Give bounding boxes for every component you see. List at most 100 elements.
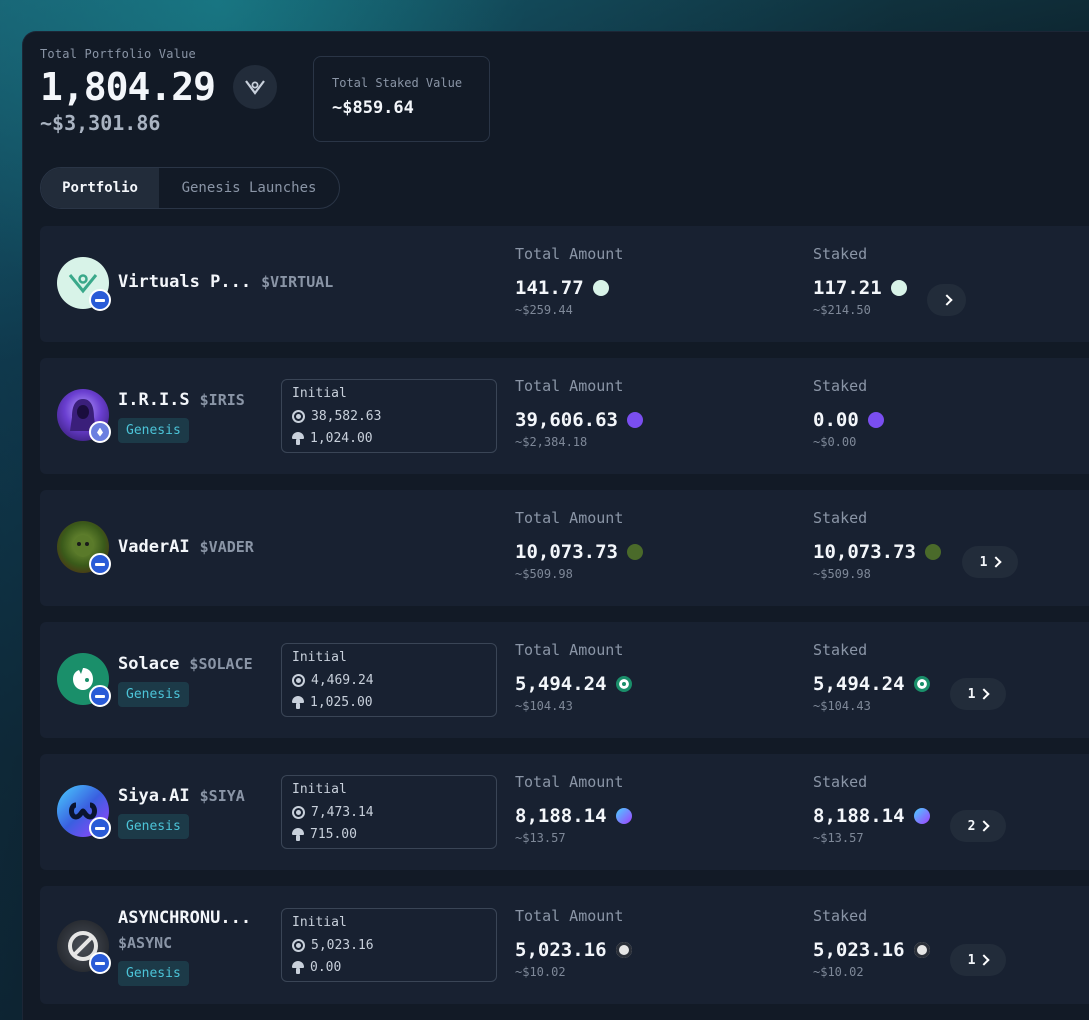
total-amount-label: Total Amount: [515, 641, 624, 659]
portfolio-header: Total Portfolio Value 1,804.29 ~$3,301.8…: [40, 47, 278, 135]
total-amount-usd: ~$2,384.18: [515, 435, 588, 449]
total-amount-value: 39,606.63: [515, 409, 618, 431]
stake-count: 1: [967, 952, 976, 968]
iris-token-icon: [626, 412, 643, 428]
initial-allocation: Initial 7,473.14 715.00: [281, 775, 497, 849]
siya-token-icon: [913, 808, 930, 824]
asset-ticker: $VADER: [199, 538, 254, 556]
iris-token-icon: [867, 412, 884, 428]
asset-name: Solace: [118, 654, 180, 674]
airdrop-icon: [292, 960, 304, 974]
points-icon: [292, 938, 305, 952]
stake-count: 2: [967, 818, 976, 834]
total-amount-value: 8,188.14: [515, 805, 607, 827]
initial-airdrop: 1,025.00: [310, 694, 373, 710]
asset-ticker: $SOLACE: [189, 655, 253, 673]
genesis-badge: Genesis: [118, 814, 189, 839]
base-chain-icon: [89, 952, 111, 974]
asset-name: VaderAI: [118, 537, 190, 557]
initial-label: Initial: [292, 650, 347, 665]
vader-token-icon: [924, 544, 941, 560]
staked-value: 5,494.24: [813, 673, 905, 695]
total-amount-label: Total Amount: [515, 907, 624, 925]
asset-card[interactable]: Virtuals P... $VIRTUAL Total Amount 141.…: [40, 226, 1089, 342]
async-token-icon: [913, 942, 930, 958]
expand-button[interactable]: [927, 284, 966, 316]
asset-card[interactable]: VaderAI $VADER Total Amount 10,073.73 ~$…: [40, 490, 1089, 606]
stake-count: 1: [979, 554, 988, 570]
expand-button[interactable]: 2: [950, 810, 1006, 842]
initial-label: Initial: [292, 386, 347, 401]
asset-name: I.R.I.S: [118, 390, 190, 410]
expand-button[interactable]: 1: [950, 944, 1006, 976]
total-portfolio-label: Total Portfolio Value: [40, 47, 196, 61]
token-avatar: [57, 920, 111, 974]
total-staked-value: ~$859.64: [332, 98, 414, 118]
staked-label: Staked: [813, 907, 868, 925]
staked-usd: ~$0.00: [813, 435, 857, 449]
initial-airdrop: 1,024.00: [310, 430, 373, 446]
token-avatar: [57, 389, 111, 443]
total-amount-usd: ~$104.43: [515, 699, 573, 713]
asset-card[interactable]: Solace $SOLACE Genesis Initial 4,469.24 …: [40, 622, 1089, 738]
virtual-token-icon: [592, 280, 609, 296]
virtual-token-icon: [890, 280, 907, 296]
initial-points: 5,023.16: [311, 937, 374, 953]
total-amount-value: 141.77: [515, 277, 584, 299]
initial-points: 4,469.24: [311, 672, 374, 688]
tab-portfolio[interactable]: Portfolio: [41, 168, 159, 208]
ethereum-chain-icon: [89, 421, 111, 443]
staked-label: Staked: [813, 773, 868, 791]
staked-value: 10,073.73: [813, 541, 916, 563]
async-token-icon: [615, 942, 632, 958]
total-amount-usd: ~$10.02: [515, 965, 566, 979]
token-avatar: [57, 257, 111, 311]
total-amount-usd: ~$509.98: [515, 567, 573, 581]
expand-button[interactable]: 1: [950, 678, 1006, 710]
asset-card[interactable]: ASYNCHRONU... $ASYNC Genesis Initial 5,0…: [40, 886, 1089, 1004]
tab-genesis-launches[interactable]: Genesis Launches: [159, 168, 339, 208]
asset-card[interactable]: I.R.I.S $IRIS Genesis Initial 38,582.63 …: [40, 358, 1089, 474]
initial-airdrop: 0.00: [310, 959, 342, 975]
vader-token-icon: [626, 544, 643, 560]
stake-count: 1: [967, 686, 976, 702]
token-avatar: [57, 653, 111, 707]
total-staked-label: Total Staked Value: [332, 76, 463, 90]
total-amount-value: 5,023.16: [515, 939, 607, 961]
chevron-right-icon: [978, 688, 991, 700]
base-chain-icon: [89, 817, 111, 839]
points-icon: [292, 805, 305, 819]
staked-label: Staked: [813, 641, 868, 659]
genesis-badge: Genesis: [118, 418, 189, 443]
staked-value: 8,188.14: [813, 805, 905, 827]
expand-button[interactable]: 1: [962, 546, 1018, 578]
asset-ticker: $ASYNC: [118, 934, 173, 952]
siya-token-icon: [615, 808, 632, 824]
initial-airdrop: 715.00: [310, 826, 357, 842]
total-amount-usd: ~$13.57: [515, 831, 566, 845]
staked-usd: ~$10.02: [813, 965, 864, 979]
staked-usd: ~$104.43: [813, 699, 871, 713]
virtual-logo-icon[interactable]: [233, 65, 278, 109]
total-amount-label: Total Amount: [515, 773, 624, 791]
asset-card[interactable]: Siya.AI $SIYA Genesis Initial 7,473.14 7…: [40, 754, 1089, 870]
total-portfolio-value: 1,804.29: [40, 65, 216, 109]
initial-allocation: Initial 38,582.63 1,024.00: [281, 379, 497, 453]
asset-ticker: $SIYA: [199, 787, 245, 805]
genesis-badge: Genesis: [118, 961, 189, 986]
staked-label: Staked: [813, 377, 868, 395]
initial-label: Initial: [292, 915, 347, 930]
asset-ticker: $VIRTUAL: [261, 273, 334, 291]
staked-value: 5,023.16: [813, 939, 905, 961]
total-amount-label: Total Amount: [515, 509, 624, 527]
total-amount-value: 5,494.24: [515, 673, 607, 695]
airdrop-icon: [292, 695, 304, 709]
staked-usd: ~$509.98: [813, 567, 871, 581]
chevron-right-icon: [940, 294, 953, 306]
total-portfolio-usd: ~$3,301.86: [40, 111, 161, 135]
asset-name: Virtuals P...: [118, 272, 252, 292]
airdrop-icon: [292, 827, 304, 841]
total-amount-label: Total Amount: [515, 377, 624, 395]
staked-usd: ~$214.50: [813, 303, 871, 317]
chevron-right-icon: [978, 820, 991, 832]
